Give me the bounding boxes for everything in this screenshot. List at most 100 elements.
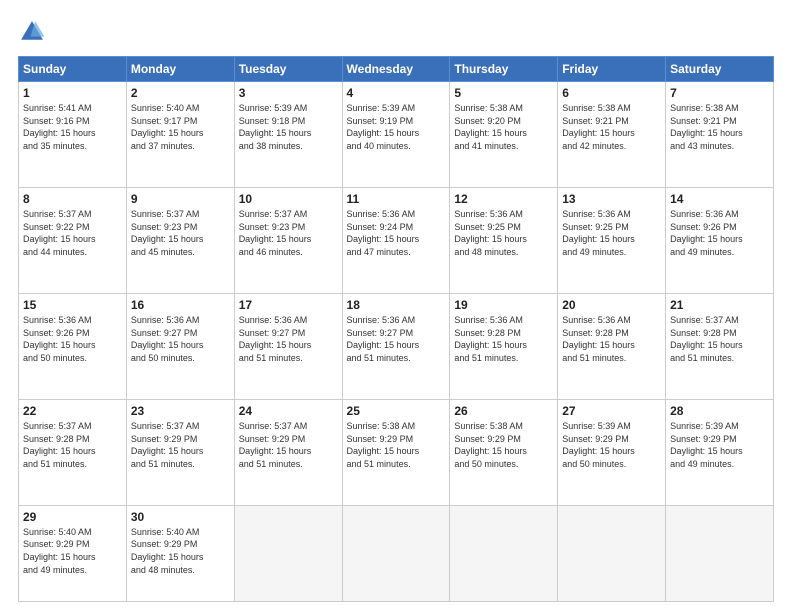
day-number: 9 <box>131 192 230 206</box>
day-number: 8 <box>23 192 122 206</box>
calendar-cell: 14 Sunrise: 5:36 AM Sunset: 9:26 PM Dayli… <box>666 187 774 293</box>
calendar-cell: 21Sunrise: 5:37 AM Sunset: 9:28 PM Dayli… <box>666 293 774 399</box>
day-number: 20 <box>562 298 661 312</box>
day-info: Sunrise: 5:37 AM Sunset: 9:29 PM Dayligh… <box>239 420 338 470</box>
day-info: Sunrise: 5:36 AM Sunset: 9:24 PM Dayligh… <box>347 208 446 258</box>
day-info: Sunrise: 5:38 AM Sunset: 9:29 PM Dayligh… <box>347 420 446 470</box>
day-number: 21 <box>670 298 769 312</box>
day-number: 28 <box>670 404 769 418</box>
day-number: 29 <box>23 510 122 524</box>
calendar-cell <box>342 505 450 601</box>
day-info: Sunrise: 5:36 AM Sunset: 9:28 PM Dayligh… <box>562 314 661 364</box>
calendar-cell: 6 Sunrise: 5:38 AM Sunset: 9:21 PM Daylig… <box>558 82 666 188</box>
day-info: Sunrise: 5:36 AM Sunset: 9:27 PM Dayligh… <box>131 314 230 364</box>
header-tuesday: Tuesday <box>234 57 342 82</box>
day-number: 2 <box>131 86 230 100</box>
calendar-cell: 27 Sunrise: 5:39 AM Sunset: 9:29 PM Dayli… <box>558 399 666 505</box>
day-info: Sunrise: 5:41 AM Sunset: 9:16 PM Dayligh… <box>23 102 122 152</box>
calendar-table: SundayMondayTuesdayWednesdayThursdayFrid… <box>18 56 774 602</box>
week-row-1: 1 Sunrise: 5:41 AM Sunset: 9:16 PM Daylig… <box>19 82 774 188</box>
week-row-5: 29 Sunrise: 5:40 AM Sunset: 9:29 PM Dayli… <box>19 505 774 601</box>
day-number: 27 <box>562 404 661 418</box>
day-number: 5 <box>454 86 553 100</box>
day-number: 23 <box>131 404 230 418</box>
day-number: 1 <box>23 86 122 100</box>
header-wednesday: Wednesday <box>342 57 450 82</box>
day-number: 12 <box>454 192 553 206</box>
calendar-cell: 2 Sunrise: 5:40 AM Sunset: 9:17 PM Daylig… <box>126 82 234 188</box>
page: SundayMondayTuesdayWednesdayThursdayFrid… <box>0 0 792 612</box>
day-info: Sunrise: 5:39 AM Sunset: 9:19 PM Dayligh… <box>347 102 446 152</box>
calendar-cell: 9 Sunrise: 5:37 AM Sunset: 9:23 PM Daylig… <box>126 187 234 293</box>
calendar-cell: 18 Sunrise: 5:36 AM Sunset: 9:27 PM Dayli… <box>342 293 450 399</box>
day-info: Sunrise: 5:39 AM Sunset: 9:18 PM Dayligh… <box>239 102 338 152</box>
day-info: Sunrise: 5:36 AM Sunset: 9:28 PM Dayligh… <box>454 314 553 364</box>
day-info: Sunrise: 5:36 AM Sunset: 9:27 PM Dayligh… <box>239 314 338 364</box>
calendar-cell: 30 Sunrise: 5:40 AM Sunset: 9:29 PM Dayli… <box>126 505 234 601</box>
day-info: Sunrise: 5:36 AM Sunset: 9:26 PM Dayligh… <box>23 314 122 364</box>
calendar-cell <box>558 505 666 601</box>
day-info: Sunrise: 5:37 AM Sunset: 9:23 PM Dayligh… <box>131 208 230 258</box>
day-number: 18 <box>347 298 446 312</box>
day-number: 14 <box>670 192 769 206</box>
day-info: Sunrise: 5:38 AM Sunset: 9:21 PM Dayligh… <box>562 102 661 152</box>
day-number: 4 <box>347 86 446 100</box>
day-number: 25 <box>347 404 446 418</box>
header-thursday: Thursday <box>450 57 558 82</box>
day-info: Sunrise: 5:38 AM Sunset: 9:29 PM Dayligh… <box>454 420 553 470</box>
day-number: 16 <box>131 298 230 312</box>
header-row: SundayMondayTuesdayWednesdayThursdayFrid… <box>19 57 774 82</box>
day-info: Sunrise: 5:40 AM Sunset: 9:29 PM Dayligh… <box>131 526 230 576</box>
day-number: 10 <box>239 192 338 206</box>
calendar-cell: 26 Sunrise: 5:38 AM Sunset: 9:29 PM Dayli… <box>450 399 558 505</box>
day-info: Sunrise: 5:40 AM Sunset: 9:29 PM Dayligh… <box>23 526 122 576</box>
day-info: Sunrise: 5:40 AM Sunset: 9:17 PM Dayligh… <box>131 102 230 152</box>
day-number: 26 <box>454 404 553 418</box>
calendar-cell: 24 Sunrise: 5:37 AM Sunset: 9:29 PM Dayli… <box>234 399 342 505</box>
week-row-2: 8Sunrise: 5:37 AM Sunset: 9:22 PM Daylig… <box>19 187 774 293</box>
calendar-cell: 7Sunrise: 5:38 AM Sunset: 9:21 PM Daylig… <box>666 82 774 188</box>
header-friday: Friday <box>558 57 666 82</box>
calendar-cell: 16 Sunrise: 5:36 AM Sunset: 9:27 PM Dayli… <box>126 293 234 399</box>
header <box>18 18 774 46</box>
calendar-cell: 15Sunrise: 5:36 AM Sunset: 9:26 PM Dayli… <box>19 293 127 399</box>
calendar-cell: 20 Sunrise: 5:36 AM Sunset: 9:28 PM Dayli… <box>558 293 666 399</box>
day-number: 3 <box>239 86 338 100</box>
calendar-cell: 22 Sunrise: 5:37 AM Sunset: 9:28 PM Dayli… <box>19 399 127 505</box>
calendar-cell: 19 Sunrise: 5:36 AM Sunset: 9:28 PM Dayli… <box>450 293 558 399</box>
day-number: 6 <box>562 86 661 100</box>
day-info: Sunrise: 5:36 AM Sunset: 9:26 PM Dayligh… <box>670 208 769 258</box>
calendar-cell: 13 Sunrise: 5:36 AM Sunset: 9:25 PM Dayli… <box>558 187 666 293</box>
day-number: 17 <box>239 298 338 312</box>
calendar-cell: 23 Sunrise: 5:37 AM Sunset: 9:29 PM Dayli… <box>126 399 234 505</box>
week-row-3: 15Sunrise: 5:36 AM Sunset: 9:26 PM Dayli… <box>19 293 774 399</box>
calendar-cell: 28 Sunrise: 5:39 AM Sunset: 9:29 PM Dayli… <box>666 399 774 505</box>
day-info: Sunrise: 5:39 AM Sunset: 9:29 PM Dayligh… <box>670 420 769 470</box>
week-row-4: 22 Sunrise: 5:37 AM Sunset: 9:28 PM Dayli… <box>19 399 774 505</box>
calendar-cell: 1 Sunrise: 5:41 AM Sunset: 9:16 PM Daylig… <box>19 82 127 188</box>
logo-icon <box>18 18 46 46</box>
day-number: 7 <box>670 86 769 100</box>
calendar-cell: 4 Sunrise: 5:39 AM Sunset: 9:19 PM Daylig… <box>342 82 450 188</box>
day-info: Sunrise: 5:37 AM Sunset: 9:28 PM Dayligh… <box>23 420 122 470</box>
day-info: Sunrise: 5:37 AM Sunset: 9:23 PM Dayligh… <box>239 208 338 258</box>
calendar-cell: 10 Sunrise: 5:37 AM Sunset: 9:23 PM Dayli… <box>234 187 342 293</box>
day-info: Sunrise: 5:36 AM Sunset: 9:25 PM Dayligh… <box>562 208 661 258</box>
calendar-cell: 11 Sunrise: 5:36 AM Sunset: 9:24 PM Dayli… <box>342 187 450 293</box>
day-number: 30 <box>131 510 230 524</box>
day-number: 22 <box>23 404 122 418</box>
calendar-cell: 17 Sunrise: 5:36 AM Sunset: 9:27 PM Dayli… <box>234 293 342 399</box>
day-number: 11 <box>347 192 446 206</box>
day-info: Sunrise: 5:37 AM Sunset: 9:29 PM Dayligh… <box>131 420 230 470</box>
logo <box>18 18 50 46</box>
calendar-cell: 3 Sunrise: 5:39 AM Sunset: 9:18 PM Daylig… <box>234 82 342 188</box>
calendar-cell: 12Sunrise: 5:36 AM Sunset: 9:25 PM Dayli… <box>450 187 558 293</box>
calendar-cell: 29 Sunrise: 5:40 AM Sunset: 9:29 PM Dayli… <box>19 505 127 601</box>
day-number: 19 <box>454 298 553 312</box>
day-info: Sunrise: 5:39 AM Sunset: 9:29 PM Dayligh… <box>562 420 661 470</box>
calendar-cell <box>666 505 774 601</box>
day-info: Sunrise: 5:36 AM Sunset: 9:27 PM Dayligh… <box>347 314 446 364</box>
calendar-cell: 5Sunrise: 5:38 AM Sunset: 9:20 PM Daylig… <box>450 82 558 188</box>
day-number: 24 <box>239 404 338 418</box>
day-number: 13 <box>562 192 661 206</box>
